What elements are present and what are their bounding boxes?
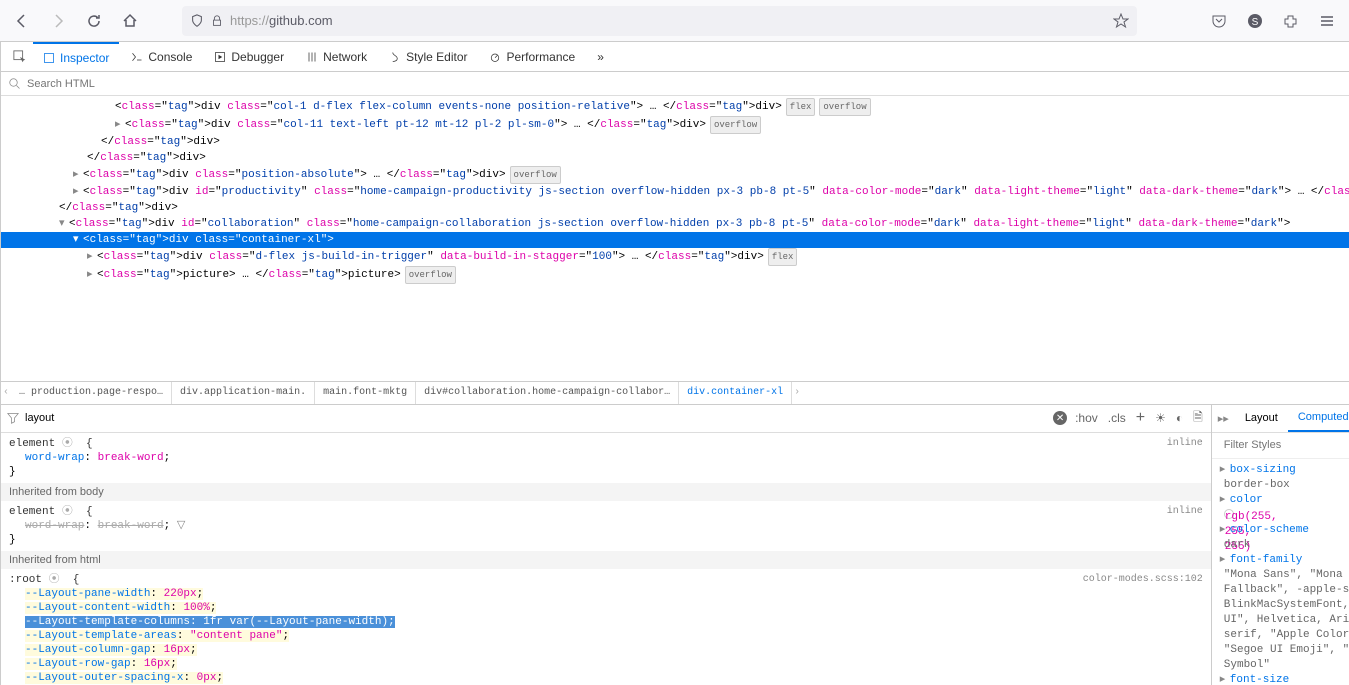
dom-node[interactable]: ▾<class="tag">div class="container-xl"> xyxy=(1,232,1349,248)
tab-performance[interactable]: Performance xyxy=(479,42,585,72)
pocket-icon[interactable] xyxy=(1205,7,1233,35)
crumb-item[interactable]: div.application-main. xyxy=(172,382,315,404)
crumb-scroll-right-icon[interactable]: › xyxy=(792,387,802,398)
crumb-scroll-left-icon[interactable]: ‹ xyxy=(1,387,11,398)
dom-node[interactable]: ▸<class="tag">div id="productivity" clas… xyxy=(1,184,1349,200)
reload-button[interactable] xyxy=(80,7,108,35)
tab-layout[interactable]: Layout xyxy=(1235,405,1288,432)
tab-network[interactable]: Network xyxy=(296,42,377,72)
rules-panel: ✕ :hov .cls + ☀ ◐ 🗎 element ⦿ {inlinewor… xyxy=(1,405,1212,685)
crumb-item[interactable]: div#collaboration.home-campaign-collabor… xyxy=(416,382,679,404)
dom-node[interactable]: ▸<class="tag">div class="position-absolu… xyxy=(1,166,1349,184)
devtools: Inspector Console Debugger Network Style… xyxy=(0,42,1349,685)
svg-text:S: S xyxy=(1252,17,1259,28)
lock-icon xyxy=(210,14,224,28)
dark-mode-icon[interactable]: ◐ xyxy=(1174,409,1185,427)
crumb-item[interactable]: … production.page-respo… xyxy=(11,382,172,404)
html-search-bar: + xyxy=(1,72,1349,96)
computed-panel: ▸▸ Layout Computed Changes Browser St. ▸… xyxy=(1212,405,1349,685)
pick-element-icon[interactable] xyxy=(9,43,31,71)
forward-button[interactable] xyxy=(44,7,72,35)
clear-filter-icon[interactable]: ✕ xyxy=(1053,411,1067,425)
crumb-item[interactable]: main.font-mktg xyxy=(315,382,416,404)
computed-body[interactable]: ▸box-sizingborder-box▸color rgb(255, 255… xyxy=(1212,459,1349,685)
rules-filter-input[interactable] xyxy=(25,412,1047,424)
shield-icon xyxy=(190,14,204,28)
home-button[interactable] xyxy=(116,7,144,35)
extensions-icon[interactable] xyxy=(1277,7,1305,35)
computed-filter-input[interactable] xyxy=(1224,439,1349,451)
breadcrumbs[interactable]: ‹ … production.page-respo… div.applicati… xyxy=(1,381,1349,405)
dom-node[interactable]: ▸<class="tag">div class="d-flex js-build… xyxy=(1,248,1349,266)
bookmark-star-icon[interactable] xyxy=(1113,13,1129,29)
url-text: https://github.com xyxy=(230,13,333,28)
computed-property[interactable]: ▸box-sizingborder-box xyxy=(1220,463,1349,493)
rules-body[interactable]: element ⦿ {inlineword-wrap: break-word;}… xyxy=(1,433,1211,685)
browser-toolbar: https://github.com S xyxy=(0,0,1349,42)
dom-node[interactable]: ▾<class="tag">div id="collaboration" cla… xyxy=(1,216,1349,232)
tab-debugger[interactable]: Debugger xyxy=(204,42,294,72)
tab-style-editor[interactable]: Style Editor xyxy=(379,42,477,72)
dom-node[interactable]: </class="tag">div> xyxy=(1,150,1349,166)
url-bar[interactable]: https://github.com xyxy=(182,6,1137,36)
search-icon xyxy=(9,78,21,90)
back-button[interactable] xyxy=(8,7,36,35)
print-mode-icon[interactable]: 🗎 xyxy=(1191,406,1205,431)
dom-node[interactable]: </class="tag">div> xyxy=(1,200,1349,216)
dom-tree[interactable]: <class="tag">div class="col-1 d-flex fle… xyxy=(1,96,1349,381)
dom-node[interactable]: ▸<class="tag">div class="col-11 text-lef… xyxy=(1,116,1349,134)
tab-computed[interactable]: Computed xyxy=(1288,405,1349,432)
computed-property[interactable]: ▸font-family"Mona Sans", "Mona Sans Fall… xyxy=(1220,553,1349,673)
tabs-overflow-icon[interactable]: » xyxy=(587,42,614,72)
hov-toggle[interactable]: :hov xyxy=(1073,409,1100,427)
tab-console[interactable]: Console xyxy=(121,42,202,72)
crumb-item[interactable]: div.container-xl xyxy=(679,382,792,404)
html-search-input[interactable] xyxy=(27,78,1349,90)
dom-node[interactable]: ▸<class="tag">picture> … </class="tag">p… xyxy=(1,266,1349,284)
account-icon[interactable]: S xyxy=(1241,7,1269,35)
menu-icon[interactable] xyxy=(1313,7,1341,35)
computed-property[interactable]: ▸color-schemedark xyxy=(1220,523,1349,553)
devtools-tabs: Inspector Console Debugger Network Style… xyxy=(1,42,1349,72)
cls-toggle[interactable]: .cls xyxy=(1106,409,1128,427)
computed-property[interactable]: ▸font-size14px xyxy=(1220,673,1349,685)
sidebar-toggle-icon[interactable]: ▸▸ xyxy=(1212,412,1235,425)
dom-node[interactable]: </class="tag">div> xyxy=(1,134,1349,150)
filter-icon xyxy=(7,412,19,424)
tab-inspector[interactable]: Inspector xyxy=(33,42,119,72)
add-rule-icon[interactable]: + xyxy=(1134,407,1147,429)
computed-property[interactable]: ▸color rgb(255, 255, 255) xyxy=(1220,493,1349,523)
dom-node[interactable]: <class="tag">div class="col-1 d-flex fle… xyxy=(1,98,1349,116)
light-mode-icon[interactable]: ☀ xyxy=(1153,409,1168,427)
